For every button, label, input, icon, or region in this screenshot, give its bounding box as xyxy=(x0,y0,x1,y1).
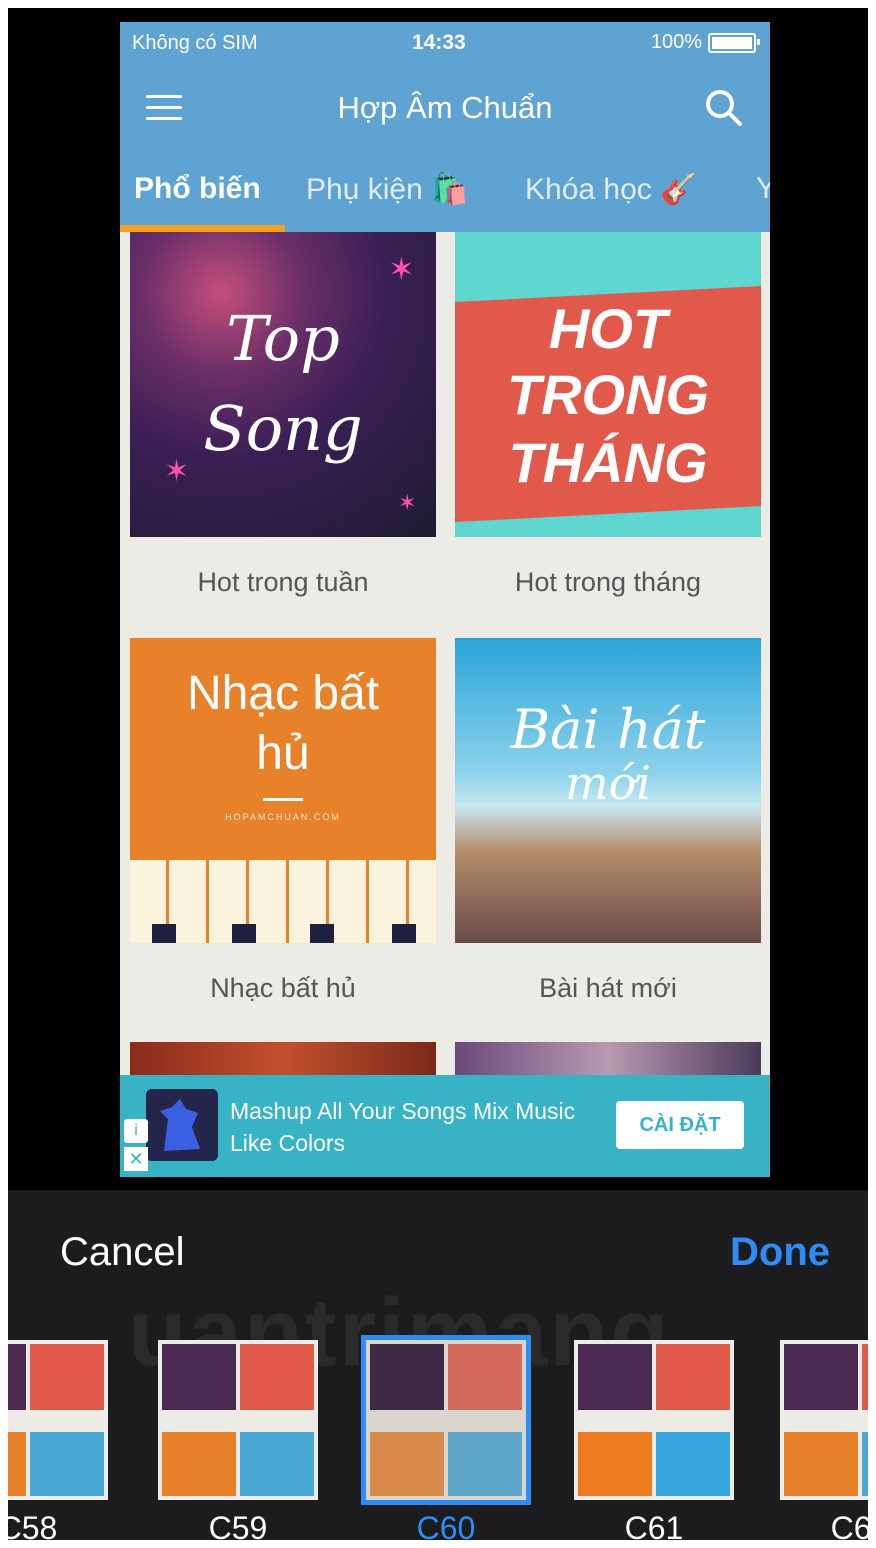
ad-install-button[interactable]: CÀI ĐẶT xyxy=(616,1101,744,1149)
status-bar: Không có SIM 14:33 100% xyxy=(120,22,770,66)
card-cover-image: HOT TRONG THÁNG xyxy=(455,232,761,537)
cover-title-2: mới xyxy=(564,756,652,810)
filter-label-c59: C59 xyxy=(208,1510,268,1546)
card-cover-image: Bài hát mới xyxy=(455,638,761,943)
filter-thumb-c62[interactable] xyxy=(780,1340,876,1500)
battery-indicator: 100% xyxy=(650,31,760,54)
sparkle-icon: ✶ xyxy=(388,251,415,287)
tab-pho-bien[interactable]: Phổ biến xyxy=(134,172,261,206)
filter-thumb-c58[interactable] xyxy=(0,1340,108,1500)
screenshot-preview: Không có SIM 14:33 100% Hợp Âm Chuẩn Phổ… xyxy=(120,22,770,1177)
piano-keys xyxy=(130,860,436,943)
ad-text: Mashup All Your Songs Mix Music Like Col… xyxy=(230,1098,576,1156)
app-bar: Không có SIM 14:33 100% Hợp Âm Chuẩn Phổ… xyxy=(120,22,770,232)
cover-title-2: hủ xyxy=(256,727,310,780)
category-tabs: Phổ biến Phụ kiện 🛍️ Khóa học 🎸 Y xyxy=(120,162,770,232)
card-hot-trong-thang[interactable]: HOT TRONG THÁNG Hot trong tháng xyxy=(455,232,761,622)
card-bai-hat-moi[interactable]: Bài hát mới Bài hát mới xyxy=(455,638,761,1028)
cover-title: Top xyxy=(226,302,340,375)
card-nhac-bat-hu[interactable]: Nhạc bất hủ HOPAMCHUAN.COM Nhạc bất hủ xyxy=(130,638,436,1028)
filter-thumb-c59[interactable] xyxy=(158,1340,318,1500)
card-label: Hot trong tuần xyxy=(197,567,369,597)
ad-app-icon xyxy=(146,1089,218,1161)
sparkle-icon: ✶ xyxy=(164,455,190,488)
tab-more[interactable]: Y xyxy=(756,172,770,206)
card-cover-image: Top Song ✶ ✶ ✶ xyxy=(130,232,436,537)
cancel-button[interactable]: Cancel xyxy=(60,1230,185,1275)
filter-editor-panel: uantrimang Cancel Done C58 C59 C60 C61 C… xyxy=(0,1190,876,1546)
card-label: Nhạc bất hủ xyxy=(210,973,356,1003)
cover-title: HOT xyxy=(548,297,668,360)
card-cover-image: Nhạc bất hủ HOPAMCHUAN.COM xyxy=(130,638,436,943)
filter-label-c61: C61 xyxy=(624,1510,684,1546)
clock: 14:33 xyxy=(412,31,466,54)
cover-subtitle: HOPAMCHUAN.COM xyxy=(225,812,341,822)
tab-indicator xyxy=(120,225,285,232)
filter-label-c58: C58 xyxy=(0,1510,58,1546)
filter-thumb-c60[interactable] xyxy=(361,1335,531,1505)
ad-info-icon[interactable]: i xyxy=(124,1119,148,1143)
cover-divider xyxy=(263,798,303,801)
card-label: Hot trong tháng xyxy=(514,567,702,597)
battery-icon xyxy=(708,32,760,53)
carrier-label: Không có SIM xyxy=(132,32,258,54)
filter-label-c62: C62 xyxy=(830,1510,876,1546)
tab-khoa-hoc[interactable]: Khóa học 🎸 xyxy=(525,172,697,207)
tab-phu-kien[interactable]: Phụ kiện 🛍️ xyxy=(306,172,468,207)
app-title: Hợp Âm Chuẩn xyxy=(337,90,553,125)
cover-title: Nhạc bất xyxy=(186,667,380,720)
card-label: Bài hát mới xyxy=(539,973,677,1003)
filter-thumb-c61[interactable] xyxy=(574,1340,734,1500)
filter-label-c60: C60 xyxy=(416,1510,476,1546)
cover-title-3: THÁNG xyxy=(508,431,708,494)
card-hot-trong-tuan[interactable]: Top Song ✶ ✶ ✶ Hot trong tuần xyxy=(130,232,436,622)
cover-title-2: TRONG xyxy=(506,363,710,426)
battery-percent: 100% xyxy=(650,31,702,53)
sparkle-icon: ✶ xyxy=(398,490,417,515)
cover-title: Bài hát xyxy=(510,698,706,761)
search-icon[interactable] xyxy=(702,86,746,130)
done-button[interactable]: Done xyxy=(730,1230,830,1275)
ad-banner[interactable]: Mashup All Your Songs Mix Music Like Col… xyxy=(120,1075,770,1177)
ad-close-icon[interactable]: ✕ xyxy=(124,1147,148,1171)
